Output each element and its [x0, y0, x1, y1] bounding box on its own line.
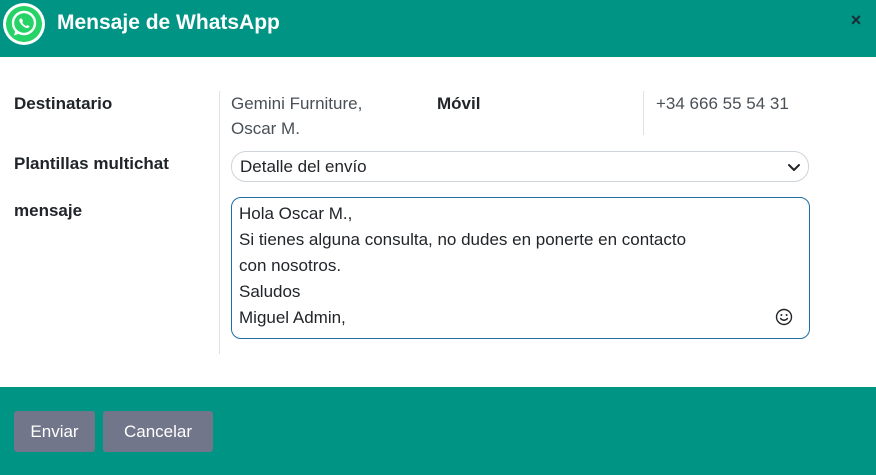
- message-textarea[interactable]: Hola Oscar M., Si tienes alguna consulta…: [231, 197, 810, 339]
- message-line: Saludos: [239, 282, 301, 301]
- template-select[interactable]: Detalle del envío: [231, 151, 809, 182]
- column-divider: [219, 91, 220, 354]
- dialog-title: Mensaje de WhatsApp: [57, 11, 280, 34]
- message-line: Miguel Admin,: [239, 308, 346, 327]
- message-line: Si tienes alguna consulta, no dudes en p…: [239, 230, 687, 249]
- whatsapp-icon: [3, 3, 45, 45]
- message-label: mensaje: [14, 201, 83, 220]
- template-selected-value: Detalle del envío: [240, 157, 367, 176]
- recipient-name: Gemini Furniture, Oscar M.: [231, 91, 362, 141]
- recipient-company: Gemini Furniture,: [231, 94, 363, 113]
- dialog-footer: Enviar Cancelar: [0, 387, 876, 475]
- cancel-button[interactable]: Cancelar: [103, 411, 213, 452]
- mobile-label: Móvil: [437, 94, 481, 113]
- templates-label: Plantillas multichat: [14, 154, 169, 173]
- recipient-label: Destinatario: [14, 94, 113, 113]
- chevron-down-icon: [788, 164, 800, 171]
- dialog-header: Mensaje de WhatsApp ×: [0, 0, 876, 57]
- message-line: Hola Oscar M.,: [239, 204, 353, 223]
- emoji-icon[interactable]: [775, 308, 793, 326]
- send-button[interactable]: Enviar: [14, 411, 95, 452]
- recipient-contact: Oscar M.: [231, 119, 300, 138]
- close-icon[interactable]: ×: [846, 10, 866, 30]
- message-line: con nosotros.: [239, 256, 342, 275]
- mobile-value: +34 666 55 54 31: [656, 94, 789, 113]
- mobile-divider: [643, 91, 644, 135]
